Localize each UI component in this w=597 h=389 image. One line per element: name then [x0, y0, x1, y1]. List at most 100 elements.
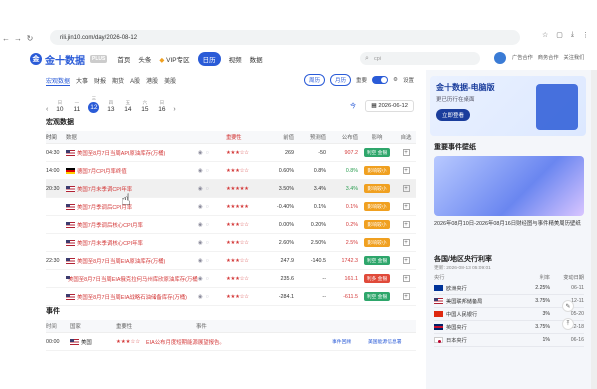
site-logo[interactable]: 金 金十数据 PLUS [30, 52, 108, 67]
tab-hk[interactable]: 港股 [146, 76, 158, 86]
add-watch-icon[interactable]: + [402, 239, 410, 246]
add-watch-icon[interactable]: + [402, 257, 410, 264]
chart-icon[interactable]: ◌ [206, 150, 209, 156]
eye-icon[interactable]: ◉ [198, 276, 203, 282]
tab-ashare[interactable]: A股 [130, 76, 140, 86]
table-row[interactable]: 20:30 美国7月未季调CPI年率 ◉ ◌ ★★★★★ 3.50% 3.4% 3.4% 影响较… [46, 180, 416, 198]
link-business[interactable]: 商务合作 [538, 54, 559, 61]
eye-icon[interactable]: ◉ [198, 150, 203, 156]
extensions-icon[interactable]: ▢ [556, 31, 563, 39]
nav-calendar[interactable]: 日历 [197, 52, 221, 66]
link-follow[interactable]: 关注我们 [564, 54, 585, 61]
back-to-top-icon[interactable]: ⤒ [562, 318, 574, 330]
day-12[interactable]: 三 12 [88, 96, 100, 113]
nav-home[interactable]: 首页 [117, 54, 130, 64]
chart-icon[interactable]: ◌ [206, 168, 209, 174]
rate-row[interactable]: 欧洲央行 2.25% 06-11 [434, 282, 584, 295]
table-row[interactable]: 14:00 德国7月CPI月率终值 ◉ ◌ ★★★☆☆ 0.60% 0.8% 0.8% 影响较小… [46, 162, 416, 180]
rate-row[interactable]: 中国人民银行 3% 05-20 [434, 308, 584, 321]
row-name[interactable]: 美国至8月7日当周EIA战略石油储备库存(万桶) [77, 293, 187, 301]
nav-headlines[interactable]: 头条 [138, 54, 151, 64]
chart-icon[interactable]: ◌ [206, 276, 209, 282]
chart-icon[interactable]: ◌ [206, 294, 209, 300]
row-name[interactable]: 德国7月CPI月率终值 [77, 167, 127, 175]
table-row[interactable]: 22:30 美国至8月7日当周EIA原油库存(万桶) ◉ ◌ ★★★☆☆ 247.9 -14… [46, 252, 416, 270]
event-review-link[interactable]: 事件回顾 [332, 338, 368, 345]
promo-button[interactable]: 立即登看 [436, 109, 471, 121]
day-16[interactable]: 日 16 [156, 100, 167, 113]
event-source-link[interactable]: 美国能源信息署 [368, 338, 416, 345]
tab-us[interactable]: 美股 [164, 76, 176, 86]
date-picker[interactable]: ▦ 2026-06-12 [365, 100, 414, 112]
table-row[interactable]: 美国7月未季调核心CPI年率 ◉ ◌ ★★★☆☆ 2.60% 2.50% 2.5% 影响较小 + [46, 234, 416, 252]
table-row[interactable]: 美国7月季调后CPI月率 ◉ ◌ ★★★★★ -0.40% 0.1% 0.1% 影响较小 + [46, 198, 416, 216]
eye-icon[interactable]: ◉ [198, 222, 203, 228]
week-view-button[interactable]: 周历 [304, 74, 326, 86]
chart-icon[interactable]: ◌ [206, 258, 209, 264]
add-watch-icon[interactable]: + [402, 167, 410, 174]
eye-icon[interactable]: ◉ [198, 258, 203, 264]
nav-vip[interactable]: ◆ VIP专区 [159, 54, 189, 64]
download-icon[interactable]: ⤓ [571, 31, 574, 39]
row-name[interactable]: 美国7月季调后核心CPI月率 [77, 221, 143, 229]
add-watch-icon[interactable]: + [402, 203, 410, 210]
table-row[interactable]: 美国7月季调后核心CPI月率 ◉ ◌ ★★★☆☆ 0.00% 0.20% 0.2% 影响较小 + [46, 216, 416, 234]
eye-icon[interactable]: ◉ [198, 240, 203, 246]
add-watch-icon[interactable]: + [402, 293, 410, 300]
eye-icon[interactable]: ◉ [198, 204, 203, 210]
add-watch-icon[interactable]: + [402, 185, 410, 192]
wallpaper-caption[interactable]: 2026年08月10日-2026年08月16日财经图与事件精美周历壁纸 [434, 220, 584, 228]
chart-icon[interactable]: ◌ [206, 204, 209, 210]
eye-icon[interactable]: ◉ [198, 186, 203, 192]
back-arrow-icon[interactable]: ← [0, 34, 12, 43]
table-row[interactable]: 美国至8月7日当周EIA战略石油储备库存(万桶) ◉ ◌ ★★★☆☆ -284.1 -- -… [46, 288, 416, 306]
add-watch-icon[interactable]: + [402, 275, 410, 282]
wallpaper-image[interactable] [434, 156, 584, 216]
today-button[interactable]: 今 [350, 101, 356, 110]
eye-icon[interactable]: ◉ [198, 294, 203, 300]
month-view-button[interactable]: 月历 [330, 74, 352, 86]
add-watch-icon[interactable]: + [402, 149, 410, 156]
row-name[interactable]: 美国至8月7日当周EIA俄克拉何马州库欣原油库存(万桶) [68, 275, 198, 283]
table-row[interactable]: 04:30 美国至8月7日当周API原油库存(万桶) ◉ ◌ ★★★☆☆ 269 -50 90… [46, 144, 416, 162]
address-bar[interactable]: rili.jin10.com/day/2026-08-12 [50, 30, 520, 45]
us-flag-icon [66, 221, 75, 228]
event-row[interactable]: 00:00 美国 ★★★☆☆ EIA公布月度短期能源展望报告。 事件回顾 美国能… [46, 333, 416, 351]
day-14[interactable]: 五 14 [122, 100, 133, 113]
chart-icon[interactable]: ◌ [206, 222, 209, 228]
forward-arrow-icon[interactable]: → [12, 34, 24, 43]
nav-video[interactable]: 视频 [229, 54, 242, 64]
nav-data[interactable]: 数据 [250, 54, 263, 64]
add-watch-icon[interactable]: + [402, 221, 410, 228]
prev-week-icon[interactable]: ‹ [46, 106, 48, 113]
important-toggle[interactable] [372, 76, 389, 84]
chart-icon[interactable]: ◌ [206, 186, 209, 192]
table-row[interactable]: 美国至8月7日当周EIA俄克拉何马州库欣原油库存(万桶) ◉ ◌ ★★★☆☆ 235.6… [46, 270, 416, 288]
tab-macro[interactable]: 宏观数据 [46, 76, 71, 86]
reload-icon[interactable]: ↻ [24, 34, 36, 43]
row-name[interactable]: 美国7月未季调核心CPI年率 [77, 239, 143, 247]
next-week-icon[interactable]: › [173, 106, 175, 113]
star-icon[interactable]: ☆ [542, 31, 548, 39]
tab-events[interactable]: 大事 [76, 76, 88, 86]
day-13[interactable]: 四 13 [105, 100, 116, 113]
eye-icon[interactable]: ◉ [198, 168, 203, 174]
row-name[interactable]: 美国至8月7日当周API原油库存(万桶) [77, 149, 165, 157]
link-ads[interactable]: 广告合作 [512, 54, 533, 61]
day-10[interactable]: 日 10 [54, 100, 65, 113]
tab-futures[interactable]: 期货 [112, 76, 124, 86]
tab-earnings[interactable]: 财报 [94, 76, 106, 86]
menu-icon[interactable]: ⋮ [582, 31, 589, 39]
day-11[interactable]: 一 11 [71, 100, 82, 113]
day-15[interactable]: 六 15 [139, 100, 150, 113]
avatar[interactable] [494, 52, 506, 64]
feedback-icon[interactable]: ✎ [562, 300, 574, 312]
chart-icon[interactable]: ◌ [206, 240, 209, 246]
desktop-promo[interactable]: 金十数据-电脑版 更已历行在桌面 立即登看 [430, 76, 586, 136]
settings-label[interactable]: 设置 [403, 76, 414, 84]
settings-icon[interactable]: ⚙ [393, 77, 398, 83]
search-input[interactable]: cpi [360, 52, 480, 65]
rate-row[interactable]: 日本央行 1% 06-16 [434, 334, 584, 347]
row-name[interactable]: 美国至8月7日当周EIA原油库存(万桶) [77, 257, 165, 265]
scrollbar[interactable] [591, 70, 597, 389]
